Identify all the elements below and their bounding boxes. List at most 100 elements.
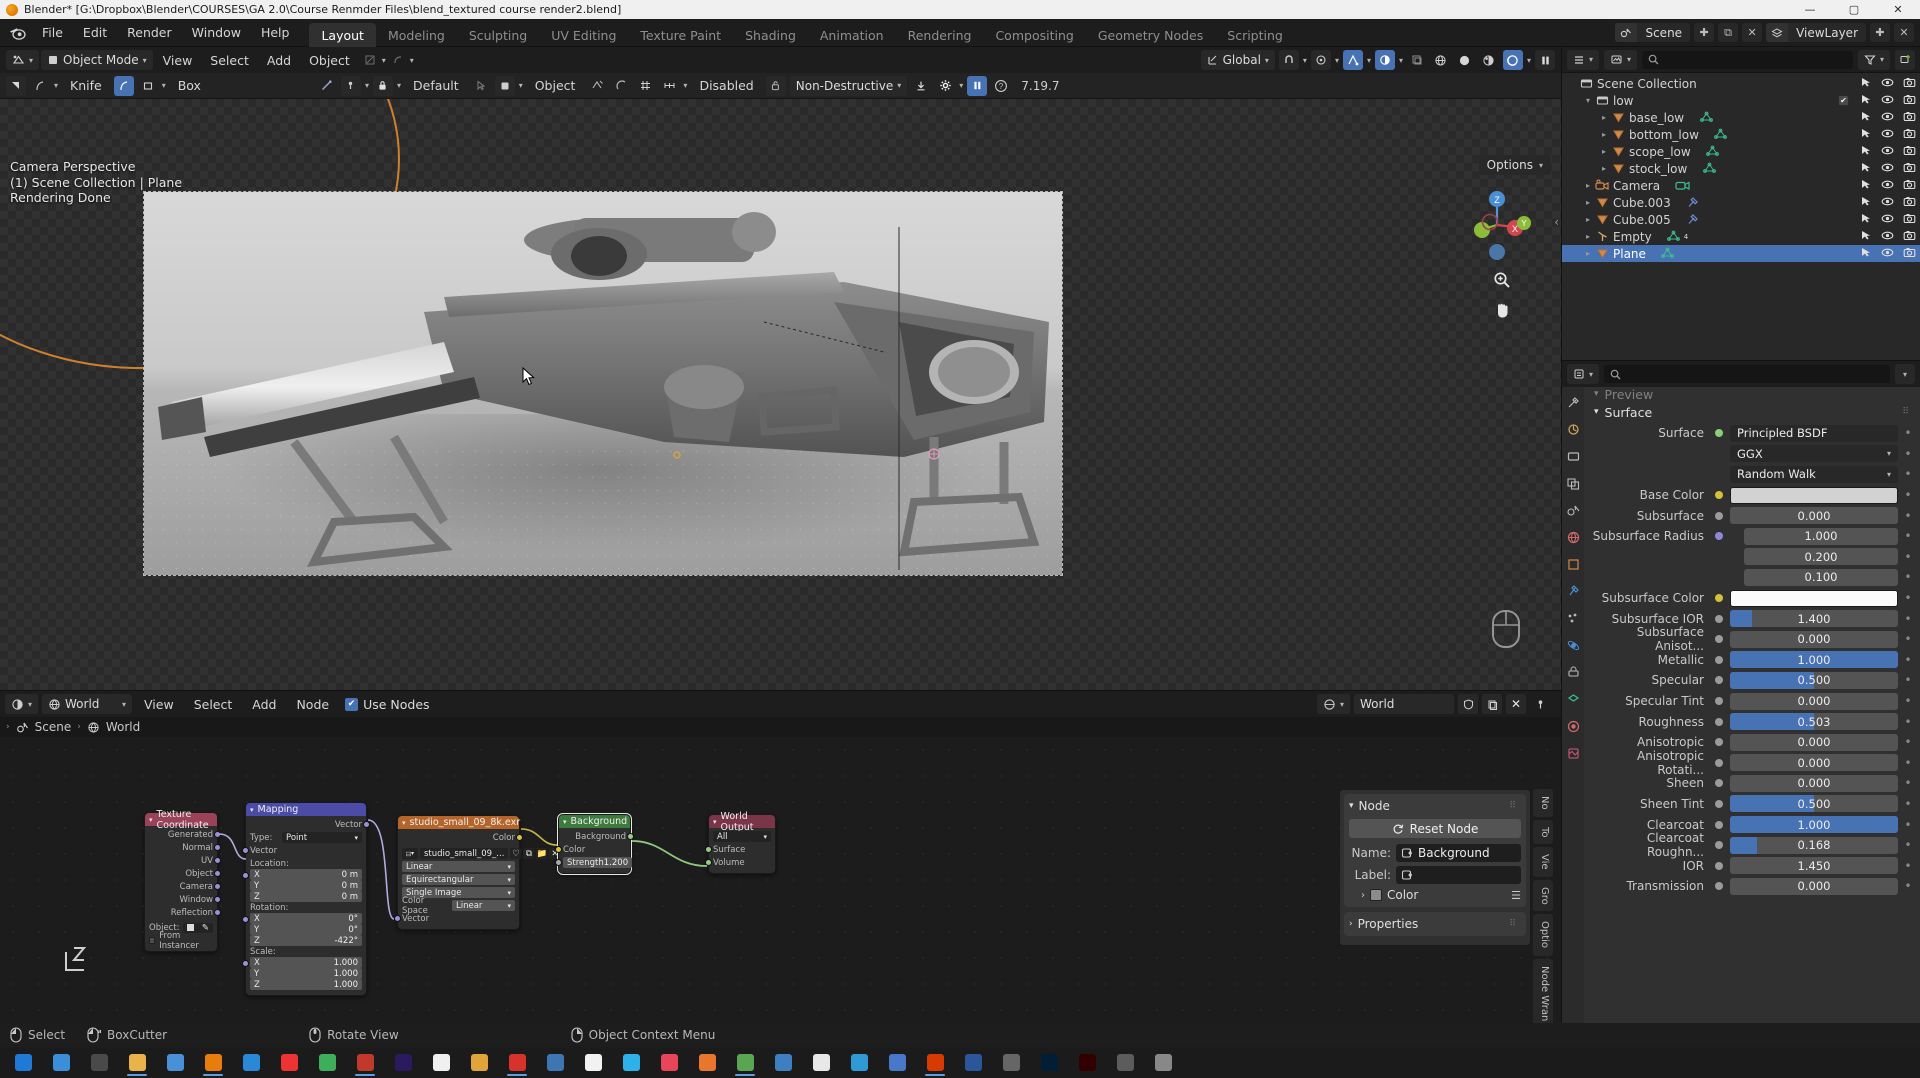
shader-editor-type-selector[interactable]: ▾ (5, 694, 39, 714)
viewport-canvas[interactable]: Camera Perspective (1) Scene Collection … (0, 99, 1561, 690)
disable-in-renders-camera-icon[interactable] (1903, 161, 1916, 177)
boxcutter-grid-icon[interactable] (635, 76, 655, 96)
hide-in-viewport-eye-icon[interactable] (1881, 246, 1894, 262)
selectable-arrow-icon[interactable] (1860, 93, 1872, 108)
tab-texture[interactable] (1564, 744, 1582, 762)
disable-in-renders-camera-icon[interactable] (1903, 76, 1916, 92)
boxcutter-behavior-label[interactable]: Default (405, 76, 467, 95)
outliner-row-plane[interactable]: ▸ Plane (1562, 245, 1920, 262)
outliner-row-toggles[interactable]: ✔ (1838, 93, 1916, 109)
socket-row-uv[interactable]: UV (149, 855, 221, 866)
property-slider[interactable]: 0.500 (1730, 795, 1898, 813)
properties-search-input[interactable] (1604, 365, 1890, 383)
property-socket-dot[interactable] (1712, 614, 1726, 623)
disable-in-renders-camera-icon[interactable] (1903, 110, 1916, 126)
property-animate-dot[interactable]: • (1902, 591, 1914, 605)
mapping-axis-field[interactable]: Z 0 m (250, 891, 362, 902)
mesh-data-icon[interactable] (1713, 128, 1729, 141)
sidebar-tab-node-wrangler[interactable]: Node Wran (1533, 958, 1553, 1023)
envtex-output-row[interactable]: Color (402, 832, 523, 843)
mapping-rotation-z[interactable]: Z -422° (250, 935, 362, 946)
node-mapping[interactable]: ▾ Mapping Vector Type: Point ▾ Vector Lo… (242, 802, 370, 996)
world-output-volume-row[interactable]: Volume (705, 857, 771, 868)
property-socket-dot[interactable] (1712, 491, 1726, 500)
boxcutter-target-label[interactable]: Object (527, 76, 584, 95)
word-icon[interactable] (954, 1047, 992, 1078)
node-canvas[interactable]: ▾ Texture Coordinate Generated Normal UV… (0, 737, 1561, 1023)
boxcutter-shape-label[interactable]: Box (170, 76, 209, 95)
zbrush-icon[interactable] (764, 1047, 802, 1078)
socket-background-color-in[interactable] (555, 846, 562, 853)
property-animate-dot[interactable]: • (1902, 838, 1914, 852)
shading-material-icon[interactable] (1479, 50, 1499, 70)
property-socket-dot[interactable] (1712, 655, 1726, 664)
node-header-background[interactable]: ▾ Background (559, 815, 630, 828)
object-mode-extra-icon-1[interactable] (360, 50, 380, 70)
outliner-new-collection-button[interactable] (1895, 49, 1915, 70)
hide-in-viewport-eye-icon[interactable] (1881, 110, 1894, 126)
blender-menu-icon[interactable] (6, 23, 28, 43)
premiere-icon[interactable] (384, 1047, 422, 1078)
selectable-arrow-icon[interactable] (1860, 127, 1872, 142)
boxcutter-mode2-selector[interactable]: Non-Destructive ▾ (789, 75, 908, 96)
background-color-row[interactable]: Color (555, 844, 626, 855)
windows-taskbar[interactable] (0, 1047, 1920, 1078)
property-animate-dot[interactable]: • (1902, 735, 1914, 749)
viewport-menu-view[interactable]: View (155, 51, 201, 70)
outliner-row-scene-collection[interactable]: Scene Collection (1562, 75, 1920, 92)
mapping-axis-field[interactable]: Z 1.000 (250, 979, 362, 990)
property-slider[interactable]: 1.000 (1744, 527, 1898, 545)
selectable-arrow-icon[interactable] (1860, 246, 1872, 261)
folder-icon[interactable] (460, 1047, 498, 1078)
boxcutter-help-icon[interactable]: ? (991, 76, 1011, 96)
tab-output[interactable] (1564, 447, 1582, 465)
property-slider[interactable]: 0.200 (1744, 548, 1898, 566)
sidebar-tab-options[interactable]: Optio (1533, 914, 1553, 956)
workspace-tab-compositing[interactable]: Compositing (983, 23, 1085, 49)
new-viewlayer-button[interactable]: ✚ (1870, 23, 1890, 42)
disable-in-renders-camera-icon[interactable] (1903, 178, 1916, 194)
world-output-target-row[interactable]: All ▾ (713, 831, 771, 842)
explorer-icon[interactable] (118, 1047, 156, 1078)
interaction-mode-selector[interactable]: Object Mode ▾ (41, 50, 153, 70)
mapping-axis-field[interactable]: Y 1.000 (250, 968, 362, 979)
boxcutter-shape-toggle[interactable] (113, 75, 134, 96)
node-environment-texture[interactable]: ▾ studio_small_09_8k.exr Color ▾ studio_… (394, 815, 561, 930)
shader-menu-view[interactable]: View (136, 695, 182, 714)
photoshop-icon[interactable] (1030, 1047, 1068, 1078)
menu-file[interactable]: File (32, 22, 73, 43)
shader-sidebar-tabs[interactable]: No To Vie Gro Optio Node Wran (1533, 789, 1553, 1023)
image-browse-icon[interactable]: ▾ (402, 848, 418, 859)
mesh-data-icon[interactable] (1660, 247, 1676, 260)
property-color-swatch[interactable] (1730, 486, 1898, 504)
mapping-output-row[interactable]: Vector (250, 819, 370, 830)
property-row-row-6[interactable]: 0.200 • (1590, 547, 1914, 568)
socket-row-generated[interactable]: Generated (149, 829, 221, 840)
expander-arrow-icon[interactable]: ▸ (1598, 113, 1610, 122)
property-animate-dot[interactable]: • (1902, 509, 1914, 523)
tab-scene[interactable] (1564, 501, 1582, 519)
property-slider[interactable]: 0.000 (1730, 733, 1898, 751)
substance-icon[interactable] (346, 1047, 384, 1078)
quixel-icon[interactable] (802, 1047, 840, 1078)
mapping-rotation-x[interactable]: X 0° (250, 913, 362, 924)
socket-mapping-vector-in[interactable] (242, 847, 249, 854)
disable-in-renders-camera-icon[interactable] (1903, 212, 1916, 228)
taskview-icon[interactable] (80, 1047, 118, 1078)
outliner-row-toggles[interactable] (1860, 144, 1916, 160)
image-open-button[interactable]: 📁 (536, 848, 548, 859)
node-label-input[interactable] (1396, 866, 1521, 884)
properties-editor[interactable]: ▾ ▾ ▾ Preview ▾ Surface ⠿ Surface Princi… (1561, 360, 1920, 1023)
boxcutter-pin-icon[interactable] (340, 75, 361, 96)
selectable-arrow-icon[interactable] (1860, 195, 1872, 210)
shader-sidebar[interactable]: ▾ Node ⠿ Reset Node Name: Background Lab… (1339, 789, 1531, 946)
background-strength-field[interactable]: Strength 1.200 (563, 857, 633, 868)
boxcutter-target-icon[interactable] (494, 75, 515, 96)
outliner-row-camera[interactable]: ▸ Camera (1562, 177, 1920, 194)
tab-view-layer[interactable] (1564, 474, 1582, 492)
property-socket-dot[interactable] (1712, 861, 1726, 870)
scene-copy-button[interactable]: ⧉ (1718, 23, 1739, 42)
socket-uv[interactable] (214, 857, 221, 864)
navigation-gizmo[interactable]: Z X Y (1457, 187, 1533, 263)
vivaldi-icon[interactable] (498, 1047, 536, 1078)
